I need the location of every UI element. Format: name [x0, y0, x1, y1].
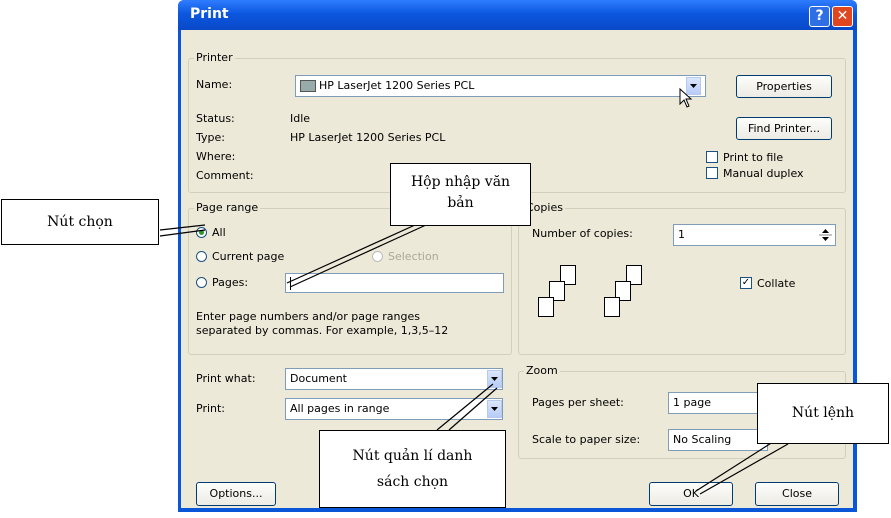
annotation-text-box-line2: bản — [447, 195, 474, 211]
annotation-text-box: Hộp nhập văn bản — [390, 163, 531, 226]
annotation-command-button: Nút lệnh — [757, 383, 889, 444]
annotation-list-button: Nút quản lí danh sách chọn — [319, 430, 506, 508]
annotation-text-box-line1: Hộp nhập văn — [410, 174, 511, 190]
annotation-list-button-line2: sách chọn — [376, 474, 449, 490]
annotation-list-button-line1: Nút quản lí danh — [352, 448, 473, 464]
annotation-radio-button: Nút chọn — [1, 199, 159, 245]
